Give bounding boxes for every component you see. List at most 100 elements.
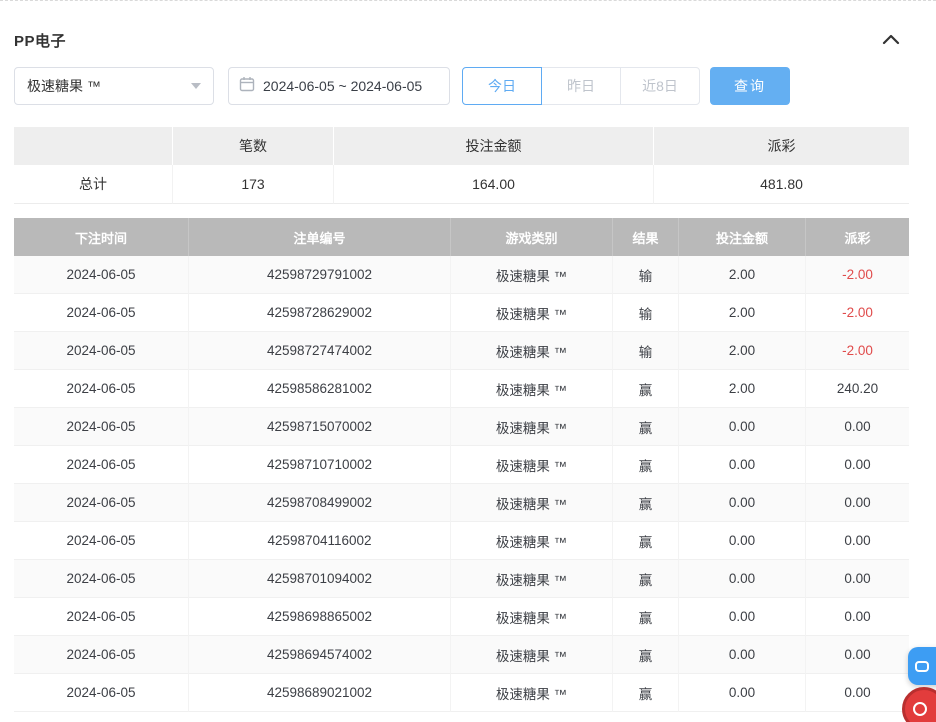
chevron-up-icon [882,33,900,48]
bet-id: 42598710710002 [189,446,451,484]
service-icon [913,702,927,716]
payout: 0.00 [806,522,909,560]
payout: 0.00 [806,598,909,636]
bet-id: 42598708499002 [189,484,451,522]
bet-time: 2024-06-05 [14,446,189,484]
column-header: 投注金额 [679,218,806,256]
bet-id: 42598704116002 [189,522,451,560]
game-select[interactable]: 极速糖果 ™ [14,67,214,105]
game-type: 极速糖果 ™ [451,332,613,370]
date-range-value: 2024-06-05 ~ 2024-06-05 [263,78,422,94]
bet-id: 42598698865002 [189,598,451,636]
column-header: 结果 [613,218,679,256]
date-range-input[interactable]: 2024-06-05 ~ 2024-06-05 [228,67,450,105]
result: 赢 [613,636,679,674]
bet-amount: 0.00 [679,484,806,522]
bet-id: 42598729791002 [189,256,451,294]
bet-time: 2024-06-05 [14,332,189,370]
summary-header-cell: 笔数 [173,127,334,165]
bet-id: 42598728629002 [189,294,451,332]
table-row: 2024-06-0542598694574002极速糖果 ™赢0.000.00 [14,636,909,674]
summary-header-cell: 派彩 [654,127,909,165]
table-row: 2024-06-0542598729791002极速糖果 ™输2.00-2.00 [14,256,909,294]
quick-filter-last8days[interactable]: 近8日 [620,67,700,105]
result: 赢 [613,674,679,712]
result: 赢 [613,522,679,560]
bet-time: 2024-06-05 [14,674,189,712]
game-type: 极速糖果 ™ [451,294,613,332]
table-row: 2024-06-0542598586281002极速糖果 ™赢2.00240.2… [14,370,909,408]
bet-amount: 2.00 [679,332,806,370]
search-button[interactable]: 查询 [710,67,790,105]
calendar-icon [239,76,255,97]
summary-payout: 481.80 [654,165,909,204]
summary-header-row: 笔数投注金额派彩 [14,127,909,165]
quick-filter-yesterday[interactable]: 昨日 [541,67,621,105]
payout: 240.20 [806,370,909,408]
bet-time: 2024-06-05 [14,484,189,522]
bet-amount: 0.00 [679,408,806,446]
chat-bubble-icon [915,661,929,672]
payout: 0.00 [806,674,909,712]
column-header: 注单编号 [189,218,451,256]
table-row: 2024-06-0542598704116002极速糖果 ™赢0.000.00 [14,522,909,560]
bet-records-table: 下注时间注单编号游戏类别结果投注金额派彩 2024-06-05425987297… [14,218,909,712]
collapse-panel-button[interactable] [880,29,902,51]
bet-id: 42598701094002 [189,560,451,598]
result: 赢 [613,408,679,446]
summary-total-row: 总计 173 164.00 481.80 [14,165,909,204]
table-row: 2024-06-0542598701094002极速糖果 ™赢0.000.00 [14,560,909,598]
payout: 0.00 [806,446,909,484]
game-select-value: 极速糖果 ™ [27,76,101,96]
payout: 0.00 [806,408,909,446]
table-body: 2024-06-0542598729791002极速糖果 ™输2.00-2.00… [14,256,909,712]
result: 输 [613,332,679,370]
bet-id: 42598586281002 [189,370,451,408]
game-type: 极速糖果 ™ [451,446,613,484]
payout: -2.00 [806,294,909,332]
bet-id: 42598727474002 [189,332,451,370]
column-header: 派彩 [806,218,909,256]
bet-id: 42598689021002 [189,674,451,712]
chevron-down-icon [191,83,201,89]
bet-amount: 0.00 [679,636,806,674]
panel-header: PP电子 [0,1,936,51]
bet-amount: 0.00 [679,560,806,598]
payout: 0.00 [806,560,909,598]
bet-amount: 2.00 [679,370,806,408]
quick-filter-today[interactable]: 今日 [462,67,542,105]
summary-count: 173 [173,165,334,204]
table-row: 2024-06-0542598698865002极速糖果 ™赢0.000.00 [14,598,909,636]
bet-amount: 2.00 [679,294,806,332]
bet-time: 2024-06-05 [14,560,189,598]
betting-records-panel: PP电子 极速糖果 ™ 2024-06-05 ~ 2024-06-05 今日昨日… [0,0,936,722]
bet-time: 2024-06-05 [14,408,189,446]
result: 输 [613,294,679,332]
bet-time: 2024-06-05 [14,636,189,674]
bet-amount: 0.00 [679,598,806,636]
bet-amount: 0.00 [679,446,806,484]
bet-amount: 0.00 [679,674,806,712]
summary-header-cell [14,127,173,165]
column-header: 游戏类别 [451,218,613,256]
table-row: 2024-06-0542598715070002极速糖果 ™赢0.000.00 [14,408,909,446]
result: 赢 [613,484,679,522]
payout: -2.00 [806,256,909,294]
bet-time: 2024-06-05 [14,598,189,636]
column-header: 下注时间 [14,218,189,256]
payout: 0.00 [806,636,909,674]
game-type: 极速糖果 ™ [451,256,613,294]
game-type: 极速糖果 ™ [451,484,613,522]
payout: 0.00 [806,484,909,522]
summary-bet-amount: 164.00 [334,165,654,204]
bet-amount: 2.00 [679,256,806,294]
table-header-row: 下注时间注单编号游戏类别结果投注金额派彩 [14,218,909,256]
chat-float-button[interactable] [908,647,936,685]
result: 赢 [613,446,679,484]
table-row: 2024-06-0542598727474002极速糖果 ™输2.00-2.00 [14,332,909,370]
table-row: 2024-06-0542598710710002极速糖果 ™赢0.000.00 [14,446,909,484]
bet-id: 42598694574002 [189,636,451,674]
bet-id: 42598715070002 [189,408,451,446]
bet-amount: 0.00 [679,522,806,560]
result: 赢 [613,370,679,408]
